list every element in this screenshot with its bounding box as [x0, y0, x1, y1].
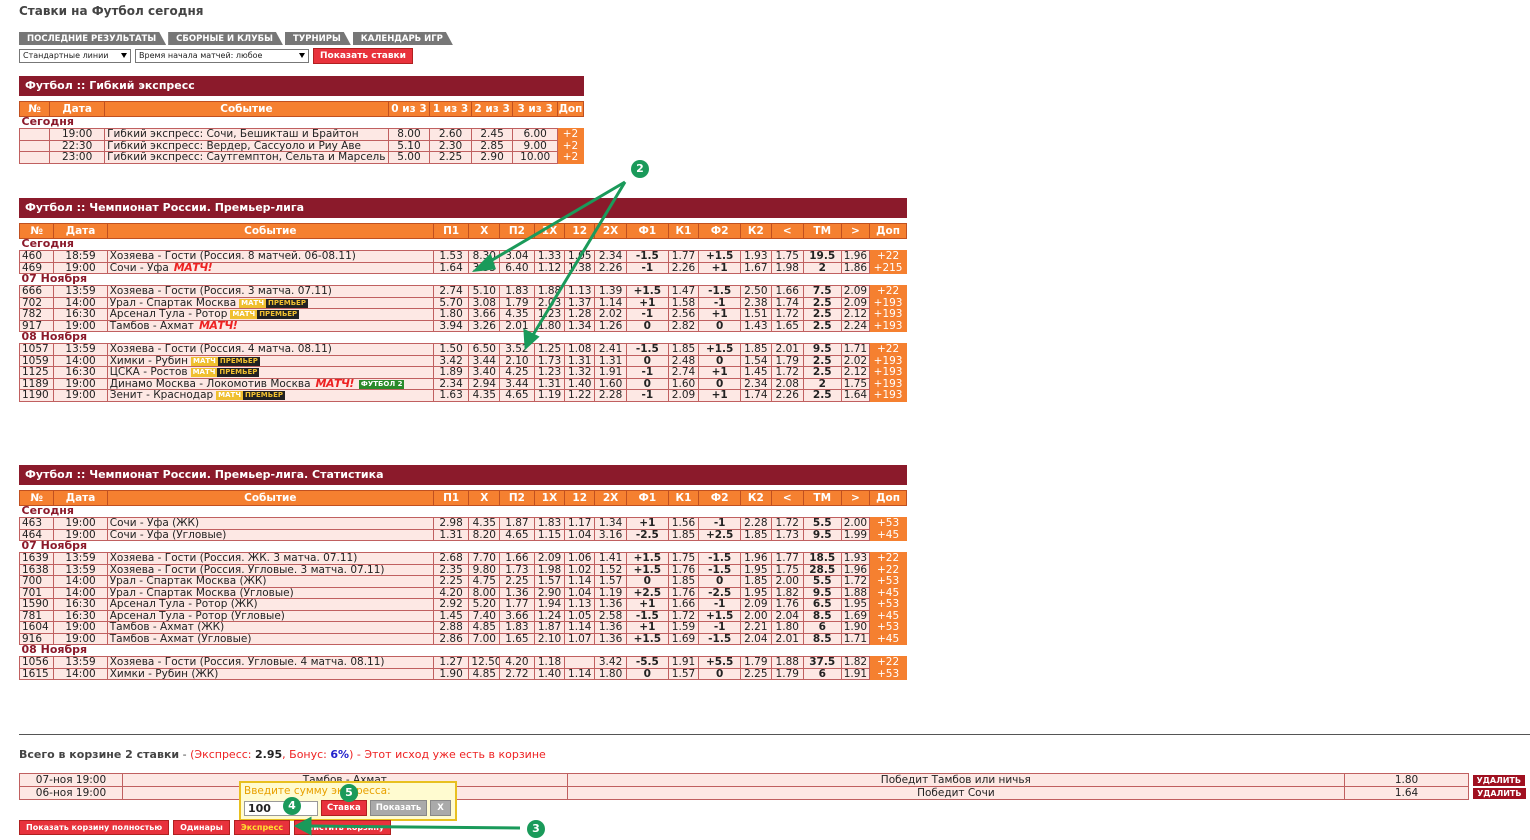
arrow-to-express: [304, 824, 521, 830]
marker-2: 2: [631, 160, 649, 178]
marker-3: 3: [527, 820, 545, 838]
arrowhead-3: [293, 816, 312, 836]
annotation-arrows: [293, 180, 627, 836]
marker-5: 5: [340, 784, 358, 802]
arrow-to-tambov-1x: [528, 181, 627, 341]
arrow-to-sochi-p1: [481, 180, 626, 268]
marker-4: 4: [283, 797, 301, 815]
arrowhead-1: [471, 253, 497, 272]
